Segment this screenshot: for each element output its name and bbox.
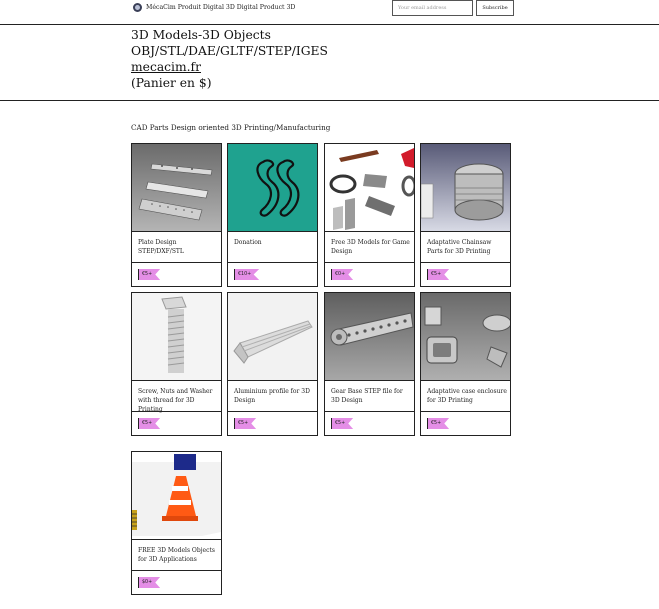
product-image[interactable]	[421, 144, 510, 232]
product-image[interactable]	[132, 144, 221, 232]
product-card-case-enclosure[interactable]: Adaptative case enclosure for 3D Printin…	[420, 292, 511, 436]
price-tag: €0+	[331, 269, 354, 280]
divider	[228, 262, 317, 263]
product-card-aluminium-profile[interactable]: Aluminium profile for 3D Design €5+	[227, 292, 318, 436]
price-tag: €5+	[427, 269, 450, 280]
top-bar: MécaCim Produit Digital 3D Digital Produ…	[0, 0, 659, 18]
product-image[interactable]	[132, 452, 221, 540]
product-title[interactable]: Plate Design STEP/DXF/STL	[138, 238, 218, 256]
site-link[interactable]: mecacim.fr	[131, 60, 201, 74]
price-tag: €5+	[234, 418, 257, 429]
price-tag: $0+	[138, 577, 161, 588]
divider	[421, 411, 510, 412]
divider	[325, 411, 414, 412]
product-image[interactable]	[228, 144, 317, 232]
divider	[228, 411, 317, 412]
subscribe-button[interactable]: Subscribe	[476, 0, 514, 16]
product-card-free-3d-models[interactable]: FREE 3D Models Objects for 3D Applicatio…	[131, 451, 222, 595]
product-title[interactable]: Free 3D Models for Game Design	[331, 238, 411, 256]
product-title[interactable]: Donation	[234, 238, 314, 247]
tagline: CAD Parts Design oriented 3D Printing/Ma…	[131, 123, 331, 132]
product-image[interactable]	[228, 293, 317, 381]
site-logo-icon	[133, 3, 142, 12]
product-image[interactable]	[325, 144, 414, 232]
product-title[interactable]: FREE 3D Models Objects for 3D Applicatio…	[138, 546, 218, 564]
product-image[interactable]	[421, 293, 510, 381]
product-card-donation[interactable]: Donation €10+	[227, 143, 318, 287]
product-card-gear-base[interactable]: Gear Base STEP file for 3D Design €5+	[324, 292, 415, 436]
product-card-plate-design[interactable]: Plate Design STEP/DXF/STL €5+	[131, 143, 222, 287]
divider	[132, 411, 221, 412]
product-title[interactable]: Gear Base STEP file for 3D Design	[331, 387, 411, 405]
product-title[interactable]: Screw, Nuts and Washer with thread for 3…	[138, 387, 218, 414]
price-tag: €5+	[331, 418, 354, 429]
divider	[325, 262, 414, 263]
product-title[interactable]: Adaptative case enclosure for 3D Printin…	[427, 387, 507, 405]
header-formats: OBJ/STL/DAE/GLTF/STEP/IGES	[131, 44, 328, 58]
email-field[interactable]	[392, 0, 473, 16]
divider	[421, 262, 510, 263]
product-card-chainsaw-parts[interactable]: Adaptative Chainsaw Parts for 3D Printin…	[420, 143, 511, 287]
product-image[interactable]	[325, 293, 414, 381]
divider	[132, 262, 221, 263]
brand-text: MécaCim Produit Digital 3D Digital Produ…	[146, 4, 296, 11]
divider	[132, 570, 221, 571]
header-text: 3D Models-3D Objects OBJ/STL/DAE/GLTF/ST…	[131, 27, 328, 91]
cart-currency-note: (Panier en $)	[131, 76, 212, 90]
price-tag: €5+	[138, 418, 161, 429]
price-tag: €5+	[427, 418, 450, 429]
product-image[interactable]	[132, 293, 221, 381]
product-card-screw-nuts[interactable]: Screw, Nuts and Washer with thread for 3…	[131, 292, 222, 436]
product-card-game-models[interactable]: Free 3D Models for Game Design €0+	[324, 143, 415, 287]
header-title: 3D Models-3D Objects	[131, 28, 271, 42]
price-tag: €5+	[138, 269, 161, 280]
site-header: 3D Models-3D Objects OBJ/STL/DAE/GLTF/ST…	[0, 24, 659, 101]
product-title[interactable]: Adaptative Chainsaw Parts for 3D Printin…	[427, 238, 507, 256]
price-tag: €10+	[234, 269, 260, 280]
product-title[interactable]: Aluminium profile for 3D Design	[234, 387, 314, 405]
brand[interactable]: MécaCim Produit Digital 3D Digital Produ…	[133, 3, 295, 12]
